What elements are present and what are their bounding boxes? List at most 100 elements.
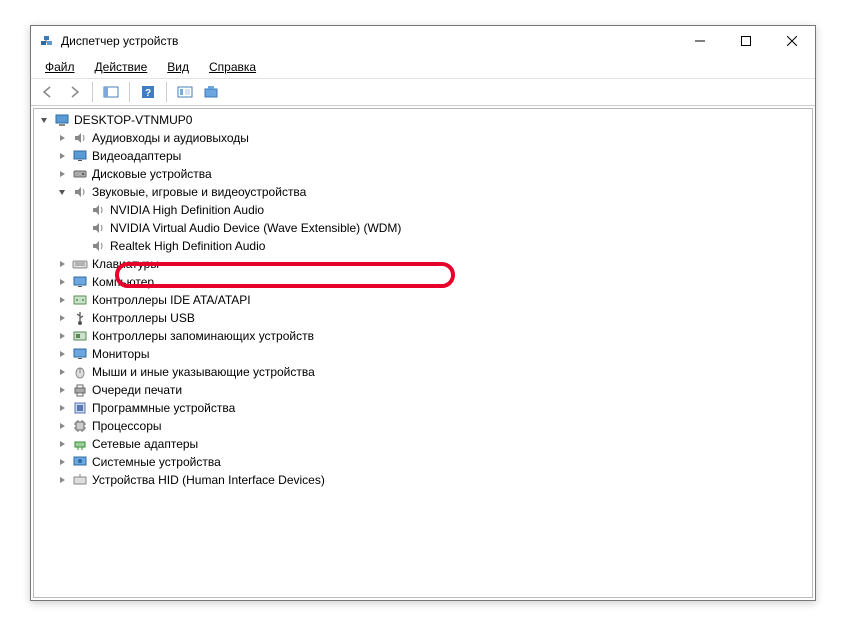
- tree-node-label: Клавиатуры: [92, 257, 159, 271]
- show-hide-console-button[interactable]: [100, 81, 122, 103]
- tree-node-label: Системные устройства: [92, 455, 221, 469]
- maximize-button[interactable]: [723, 26, 769, 56]
- tree-node-label: Устройства HID (Human Interface Devices): [92, 473, 325, 487]
- tree-category-node[interactable]: Мониторы: [56, 345, 808, 363]
- tree-node-label: Мониторы: [92, 347, 149, 361]
- chevron-right-icon[interactable]: [56, 276, 68, 288]
- chevron-right-icon[interactable]: [56, 258, 68, 270]
- window-title: Диспетчер устройств: [61, 34, 677, 48]
- tree-node-label: DESKTOP-VTNMUP0: [74, 113, 192, 127]
- back-button[interactable]: [37, 81, 59, 103]
- speaker-icon: [72, 184, 88, 200]
- chevron-down-icon[interactable]: [38, 114, 50, 126]
- chevron-right-icon[interactable]: [56, 456, 68, 468]
- tree-category-node[interactable]: Очереди печати: [56, 381, 808, 399]
- help-button[interactable]: ?: [137, 81, 159, 103]
- software-icon: [72, 400, 88, 416]
- scan-hardware-button[interactable]: [174, 81, 196, 103]
- menu-view[interactable]: Вид: [159, 58, 197, 76]
- tree-category-node[interactable]: Мыши и иные указывающие устройства: [56, 363, 808, 381]
- chevron-right-icon[interactable]: [56, 384, 68, 396]
- speaker-icon: [90, 238, 106, 254]
- chevron-right-icon[interactable]: [56, 474, 68, 486]
- separator: [92, 82, 93, 102]
- tree-node-label: Realtek High Definition Audio: [110, 239, 265, 253]
- tree-node-label: Дисковые устройства: [92, 167, 212, 181]
- chevron-right-icon[interactable]: [56, 366, 68, 378]
- chevron-right-icon[interactable]: [56, 168, 68, 180]
- chevron-right-icon[interactable]: [56, 438, 68, 450]
- speaker-icon: [72, 130, 88, 146]
- tree-node-label: Звуковые, игровые и видеоустройства: [92, 185, 306, 199]
- tree-category-node[interactable]: Звуковые, игровые и видеоустройства: [56, 183, 808, 201]
- chevron-right-icon[interactable]: [56, 150, 68, 162]
- chevron-right-icon[interactable]: [56, 402, 68, 414]
- tree-node-label: Сетевые адаптеры: [92, 437, 198, 451]
- tree-node-label: Контроллеры запоминающих устройств: [92, 329, 314, 343]
- tree-category-node[interactable]: Устройства HID (Human Interface Devices): [56, 471, 808, 489]
- tree-node-label: Контроллеры USB: [92, 311, 195, 325]
- chevron-right-icon[interactable]: [56, 420, 68, 432]
- separator: [166, 82, 167, 102]
- storage-icon: [72, 328, 88, 344]
- computer-icon: [54, 112, 70, 128]
- tree-node-label: Процессоры: [92, 419, 162, 433]
- tree-node-label: Очереди печати: [92, 383, 182, 397]
- keyboard-icon: [72, 256, 88, 272]
- display-icon: [72, 148, 88, 164]
- tree-category-node[interactable]: Контроллеры запоминающих устройств: [56, 327, 808, 345]
- tree-device-node[interactable]: NVIDIA Virtual Audio Device (Wave Extens…: [74, 219, 808, 237]
- tree-category-node[interactable]: Контроллеры USB: [56, 309, 808, 327]
- menu-file[interactable]: Файл: [37, 58, 83, 76]
- chevron-down-icon[interactable]: [56, 186, 68, 198]
- tree-category-node[interactable]: Компьютер: [56, 273, 808, 291]
- tree-device-node[interactable]: Realtek High Definition Audio: [74, 237, 808, 255]
- speaker-icon: [90, 220, 106, 236]
- menu-action[interactable]: Действие: [87, 58, 156, 76]
- forward-button[interactable]: [63, 81, 85, 103]
- tree-category-node[interactable]: Программные устройства: [56, 399, 808, 417]
- mouse-icon: [72, 364, 88, 380]
- tree-category-node[interactable]: Процессоры: [56, 417, 808, 435]
- monitor-icon: [72, 346, 88, 362]
- device-manager-window: Диспетчер устройств Файл Действие Вид Сп…: [30, 25, 816, 601]
- toolbar: ?: [31, 78, 815, 106]
- tree-category-node[interactable]: Сетевые адаптеры: [56, 435, 808, 453]
- tree-node-label: Мыши и иные указывающие устройства: [92, 365, 315, 379]
- disk-icon: [72, 166, 88, 182]
- speaker-icon: [90, 202, 106, 218]
- update-driver-button[interactable]: [200, 81, 222, 103]
- tree-device-node[interactable]: NVIDIA High Definition Audio: [74, 201, 808, 219]
- system-icon: [72, 454, 88, 470]
- svg-text:?: ?: [145, 88, 151, 99]
- chevron-right-icon[interactable]: [56, 132, 68, 144]
- chevron-right-icon[interactable]: [56, 312, 68, 324]
- tree-category-node[interactable]: Видеоадаптеры: [56, 147, 808, 165]
- menubar: Файл Действие Вид Справка: [31, 56, 815, 78]
- separator: [129, 82, 130, 102]
- tree-node-label: NVIDIA High Definition Audio: [110, 203, 264, 217]
- minimize-button[interactable]: [677, 26, 723, 56]
- chevron-right-icon[interactable]: [56, 348, 68, 360]
- hid-icon: [72, 472, 88, 488]
- usb-icon: [72, 310, 88, 326]
- cpu-icon: [72, 418, 88, 434]
- tree-node-label: Контроллеры IDE ATA/ATAPI: [92, 293, 251, 307]
- tree-category-node[interactable]: Системные устройства: [56, 453, 808, 471]
- tree-category-node[interactable]: Дисковые устройства: [56, 165, 808, 183]
- tree-node-label: NVIDIA Virtual Audio Device (Wave Extens…: [110, 221, 401, 235]
- device-tree[interactable]: DESKTOP-VTNMUP0 Аудиовходы и аудиовыходы В…: [33, 108, 813, 598]
- close-button[interactable]: [769, 26, 815, 56]
- tree-node-label: Аудиовходы и аудиовыходы: [92, 131, 249, 145]
- tree-category-node[interactable]: Аудиовходы и аудиовыходы: [56, 129, 808, 147]
- tree-category-node[interactable]: Клавиатуры: [56, 255, 808, 273]
- tree-node-label: Программные устройства: [92, 401, 235, 415]
- menu-help[interactable]: Справка: [201, 58, 264, 76]
- tree-root-node[interactable]: DESKTOP-VTNMUP0: [38, 111, 808, 129]
- monitor-icon: [72, 274, 88, 290]
- chevron-right-icon[interactable]: [56, 294, 68, 306]
- app-icon: [39, 33, 55, 49]
- chevron-right-icon[interactable]: [56, 330, 68, 342]
- network-icon: [72, 436, 88, 452]
- tree-category-node[interactable]: Контроллеры IDE ATA/ATAPI: [56, 291, 808, 309]
